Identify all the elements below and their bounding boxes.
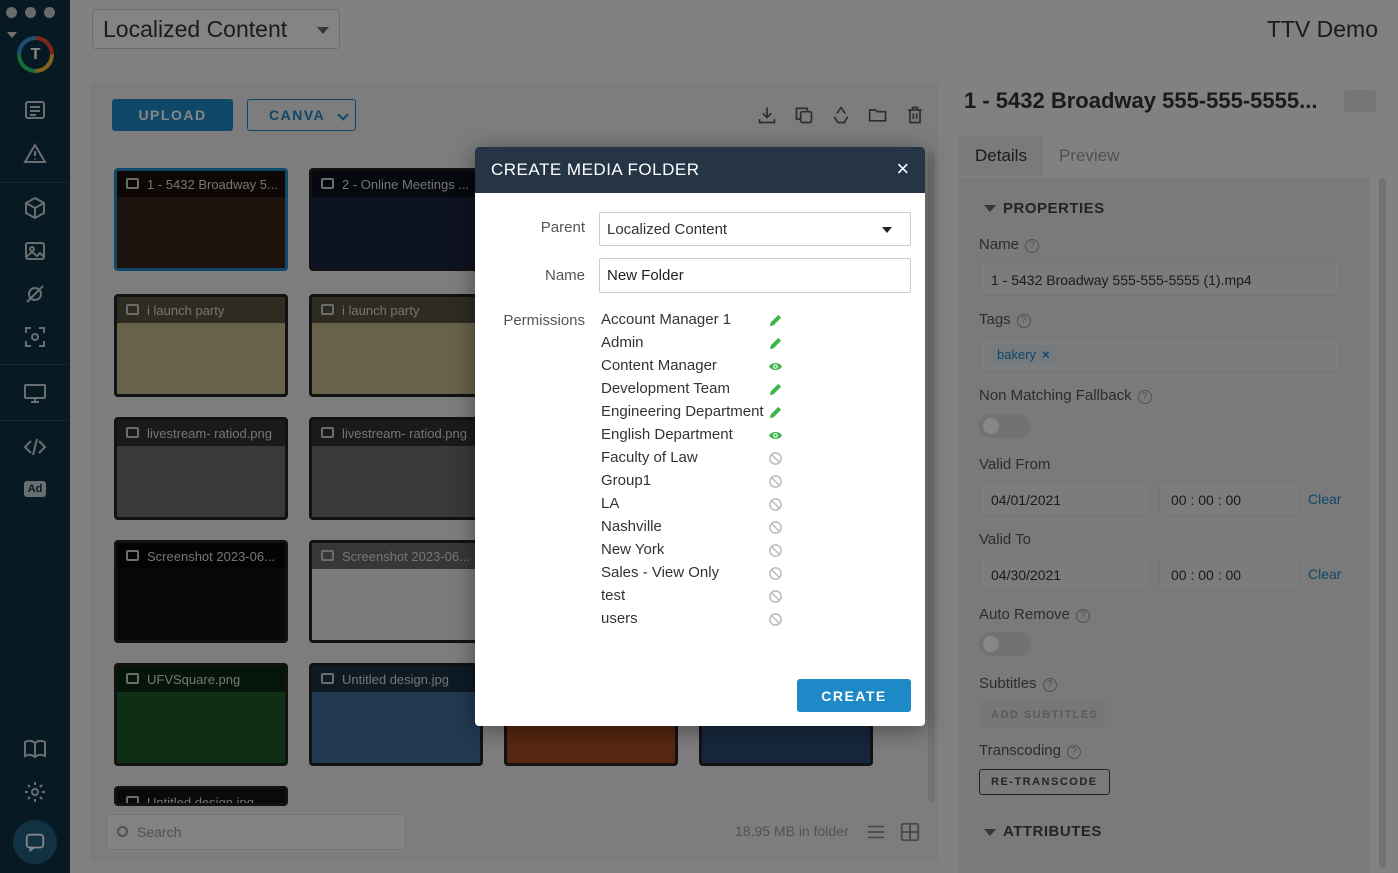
eye-icon[interactable] [767, 427, 783, 443]
permissions-list: Account Manager 1 Admin Content Manager Dev… [601, 311, 801, 633]
parent-select-value: Localized Content [607, 221, 728, 238]
eye-icon[interactable] [767, 358, 783, 374]
permission-group-name: English Department [601, 426, 733, 443]
blocked-icon[interactable] [767, 588, 783, 604]
permission-row: LA [601, 495, 801, 518]
permission-row: New York [601, 541, 801, 564]
permission-row: Nashville [601, 518, 801, 541]
parent-label: Parent [540, 219, 585, 236]
caret-down-icon [882, 227, 892, 233]
pencil-icon[interactable] [767, 335, 783, 351]
permission-group-name: test [601, 587, 626, 604]
permission-group-name: New York [601, 541, 665, 558]
name-label: Name [544, 267, 585, 284]
blocked-icon[interactable] [767, 473, 783, 489]
permission-group-name: Faculty of Law [601, 449, 698, 466]
pencil-icon[interactable] [767, 381, 783, 397]
blocked-icon[interactable] [767, 565, 783, 581]
permissions-label: Permissions [503, 312, 585, 329]
permission-group-name: Sales - View Only [601, 564, 720, 581]
create-button[interactable]: CREATE [797, 679, 911, 712]
blocked-icon[interactable] [767, 519, 783, 535]
dialog-header: CREATE MEDIA FOLDER × [475, 147, 925, 193]
permission-row: users [601, 610, 801, 633]
permission-group-name: users [601, 610, 638, 627]
permission-group-name: Nashville [601, 518, 662, 535]
permission-row: Content Manager [601, 357, 801, 380]
permission-group-name: Group1 [601, 472, 652, 489]
permission-group-name: Account Manager 1 [601, 311, 732, 328]
permission-row: Engineering Department [601, 403, 801, 426]
pencil-icon[interactable] [767, 404, 783, 420]
permission-group-name: Content Manager [601, 357, 717, 374]
permission-row: Account Manager 1 [601, 311, 801, 334]
permission-group-name: LA [601, 495, 620, 512]
parent-select[interactable]: Localized Content [599, 212, 911, 246]
permission-group-name: Admin [601, 334, 644, 351]
permission-row: Admin [601, 334, 801, 357]
dialog-title: CREATE MEDIA FOLDER [491, 160, 700, 179]
blocked-icon[interactable] [767, 496, 783, 512]
permission-row: Sales - View Only [601, 564, 801, 587]
blocked-icon[interactable] [767, 542, 783, 558]
blocked-icon[interactable] [767, 611, 783, 627]
permission-row: English Department [601, 426, 801, 449]
permission-group-name: Engineering Department [601, 403, 764, 420]
permission-group-name: Development Team [601, 380, 730, 397]
create-media-folder-dialog: CREATE MEDIA FOLDER × Parent Localized C… [475, 147, 925, 726]
pencil-icon[interactable] [767, 312, 783, 328]
permission-row: Group1 [601, 472, 801, 495]
folder-name-input[interactable] [599, 258, 911, 293]
permission-row: test [601, 587, 801, 610]
permission-row: Development Team [601, 380, 801, 403]
close-icon[interactable]: × [893, 158, 913, 180]
permission-row: Faculty of Law [601, 449, 801, 472]
blocked-icon[interactable] [767, 450, 783, 466]
